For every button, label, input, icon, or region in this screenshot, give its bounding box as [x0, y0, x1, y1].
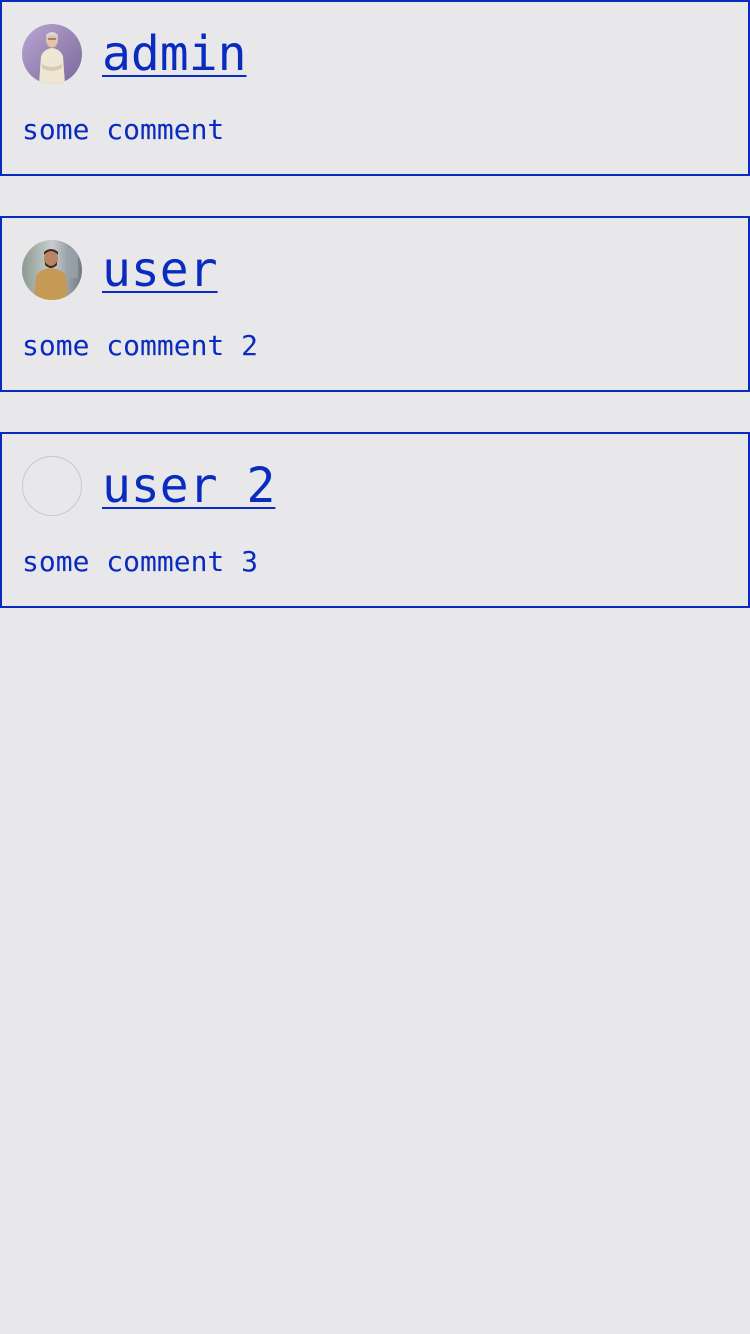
- username-link[interactable]: user: [102, 242, 218, 298]
- comment-text: some comment 2: [22, 329, 259, 362]
- comment-card: user some comment 2: [0, 216, 750, 392]
- username-link[interactable]: admin: [102, 26, 247, 82]
- comment-text: some comment: [22, 113, 225, 146]
- user-avatar[interactable]: [22, 240, 82, 300]
- avatar-photo-icon: [22, 24, 82, 84]
- comment-card: admin some comment: [0, 0, 750, 176]
- username-link[interactable]: user 2: [102, 458, 275, 514]
- comment-text: some comment 3: [22, 545, 259, 578]
- comment-card: user 2 some comment 3: [0, 432, 750, 608]
- empty-avatar[interactable]: [22, 456, 82, 516]
- avatar-photo-icon: [22, 240, 82, 300]
- admin-avatar[interactable]: [22, 24, 82, 84]
